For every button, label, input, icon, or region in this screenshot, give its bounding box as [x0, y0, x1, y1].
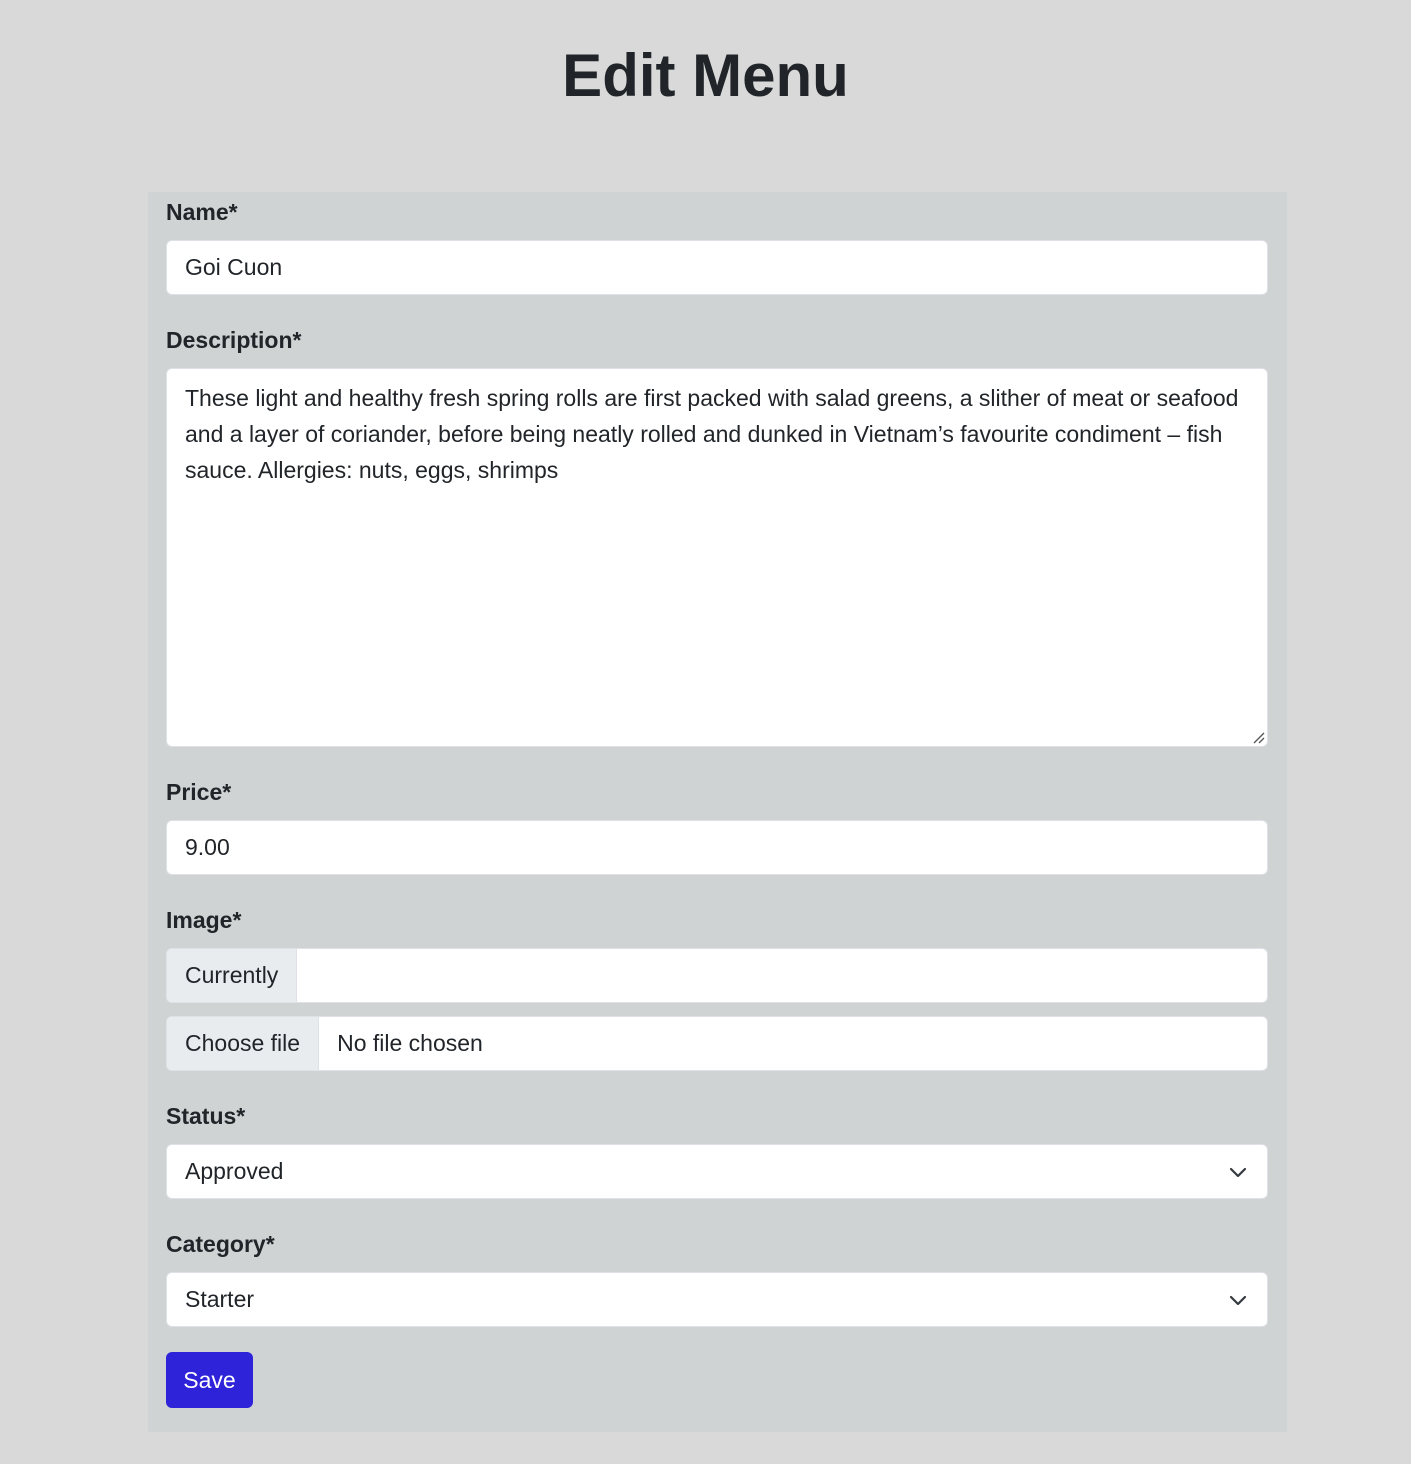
price-input[interactable]: 9.00	[166, 820, 1268, 875]
category-select[interactable]: Starter	[166, 1272, 1268, 1327]
status-label: Status*	[166, 1103, 246, 1129]
edit-menu-form: Name* Goi Cuon Description* These light …	[148, 192, 1287, 1432]
file-status-text: No file chosen	[337, 1030, 483, 1056]
image-label: Image*	[166, 907, 242, 933]
chevron-down-icon	[1229, 1295, 1247, 1306]
name-label: Name*	[166, 199, 238, 225]
status-select[interactable]: Approved	[166, 1144, 1268, 1199]
description-textarea[interactable]: These light and healthy fresh spring rol…	[166, 368, 1268, 747]
current-image-value[interactable]	[297, 949, 1267, 1002]
resize-handle-icon[interactable]	[1251, 730, 1265, 744]
chevron-down-icon	[1229, 1167, 1247, 1178]
description-label: Description*	[166, 327, 302, 353]
save-button[interactable]: Save	[166, 1352, 253, 1408]
image-file-input[interactable]: Choose file No file chosen	[166, 1016, 1268, 1071]
category-label: Category*	[166, 1231, 275, 1257]
page-title: Edit Menu	[562, 42, 849, 109]
description-text: These light and healthy fresh spring rol…	[185, 385, 1239, 483]
category-selected-value: Starter	[185, 1286, 255, 1312]
currently-addon: Currently	[167, 949, 298, 1002]
image-currently-group: Currently	[166, 948, 1268, 1003]
price-label: Price*	[166, 779, 232, 805]
status-selected-value: Approved	[185, 1158, 284, 1184]
name-input[interactable]: Goi Cuon	[166, 240, 1268, 295]
choose-file-button[interactable]: Choose file	[167, 1017, 320, 1070]
